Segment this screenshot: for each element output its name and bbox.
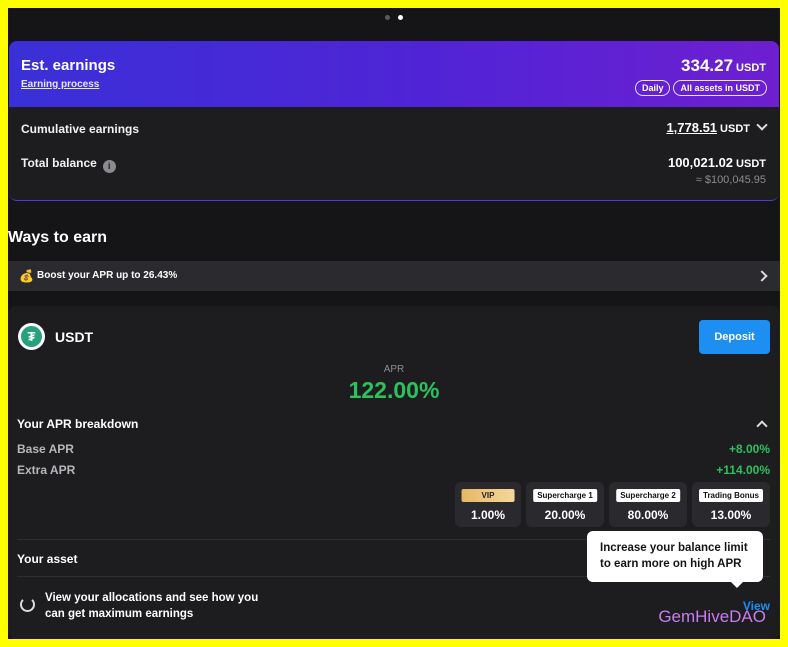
total-balance-currency: USDT — [736, 158, 766, 170]
tier-value: 20.00% — [544, 508, 586, 522]
base-apr-label: Base APR — [17, 442, 74, 456]
tier-value: 1.00% — [470, 508, 506, 522]
asset-name: USDT — [55, 329, 94, 345]
extra-apr-label: Extra APR — [17, 463, 76, 477]
info-icon[interactable]: i — [102, 160, 116, 173]
earnings-header: Est. earnings Earning process 334.27 USDT… — [9, 41, 779, 107]
tier-tag: VIP — [461, 489, 515, 502]
currency-pill[interactable]: All assets in USDT — [673, 80, 767, 96]
earning-process-link[interactable]: Earning process — [21, 79, 99, 90]
cumulative-earnings-label: Cumulative earnings — [21, 122, 140, 136]
tier-tag: Supercharge 1 — [533, 489, 597, 502]
page-dot-active[interactable] — [398, 15, 403, 20]
money-bag-icon: 💰 — [19, 269, 34, 283]
total-balance-text: Total balance — [21, 156, 97, 170]
tier-tag: Supercharge 2 — [616, 489, 680, 502]
earnings-currency: USDT — [736, 62, 766, 74]
apr-breakdown-title: Your APR breakdown — [17, 417, 139, 431]
earnings-title: Est. earnings — [21, 57, 116, 74]
balance-limit-tooltip: Increase your balance limit to earn more… — [587, 531, 763, 588]
tier-trading-bonus: Trading Bonus 13.00% — [692, 482, 770, 527]
total-balance-label: Total balance i — [21, 156, 116, 173]
earnings-filters: Daily All assets in USDT — [634, 80, 767, 96]
tier-value: 13.00% — [710, 508, 752, 522]
base-apr-value: +8.00% — [728, 442, 770, 456]
your-asset-label: Your asset — [17, 552, 78, 566]
deposit-button[interactable]: Deposit — [699, 320, 770, 354]
chevron-up-icon[interactable] — [756, 420, 768, 432]
page-indicator — [8, 15, 780, 20]
watermark: GemHiveDAO — [658, 607, 766, 626]
tier-vip: VIP 1.00% — [455, 482, 521, 527]
cumulative-earnings-value[interactable]: 1,778.51 USDT — [666, 119, 768, 135]
tier-tag: Trading Bonus — [699, 489, 763, 502]
ways-to-earn-title: Ways to earn — [8, 229, 107, 246]
earnings-amount: 334.27 USDT — [681, 56, 766, 76]
tier-supercharge-2: Supercharge 2 80.00% — [609, 482, 687, 527]
boost-apr-banner[interactable]: 💰 Boost your APR up to 26.43% — [8, 261, 780, 291]
total-balance-usd: ≈ $100,045.95 — [695, 174, 766, 186]
allocations-text: View your allocations and see how you ca… — [45, 592, 259, 620]
earnings-card: Est. earnings Earning process 334.27 USDT… — [9, 41, 779, 201]
usdt-asset-card: ₮ USDT Deposit APR 122.00% Your APR brea… — [8, 306, 780, 639]
daily-pill[interactable]: Daily — [634, 80, 671, 96]
cumulative-earnings-amount: 1,778.51 — [666, 120, 718, 135]
chevron-right-icon — [756, 270, 768, 282]
tier-supercharge-1: Supercharge 1 20.00% — [526, 482, 604, 527]
apr-tiers: VIP 1.00% Supercharge 1 20.00% Superchar… — [455, 482, 770, 527]
apr-label: APR — [383, 364, 405, 375]
loading-spinner-icon — [20, 597, 35, 612]
page-dot[interactable] — [385, 15, 390, 20]
earnings-amount-value: 334.27 — [681, 56, 734, 75]
tether-icon: ₮ — [18, 323, 45, 350]
apr-value: 122.00% — [348, 377, 440, 403]
boost-apr-text: Boost your APR up to 26.43% — [37, 270, 178, 281]
total-balance-amount: 100,021.02 — [667, 155, 734, 170]
total-balance-value: 100,021.02 USDT — [668, 155, 766, 170]
extra-apr-value: +114.00% — [716, 463, 770, 477]
cumulative-earnings-currency: USDT — [720, 123, 750, 135]
tier-value: 80.00% — [627, 508, 669, 522]
chevron-down-icon[interactable] — [756, 119, 768, 131]
